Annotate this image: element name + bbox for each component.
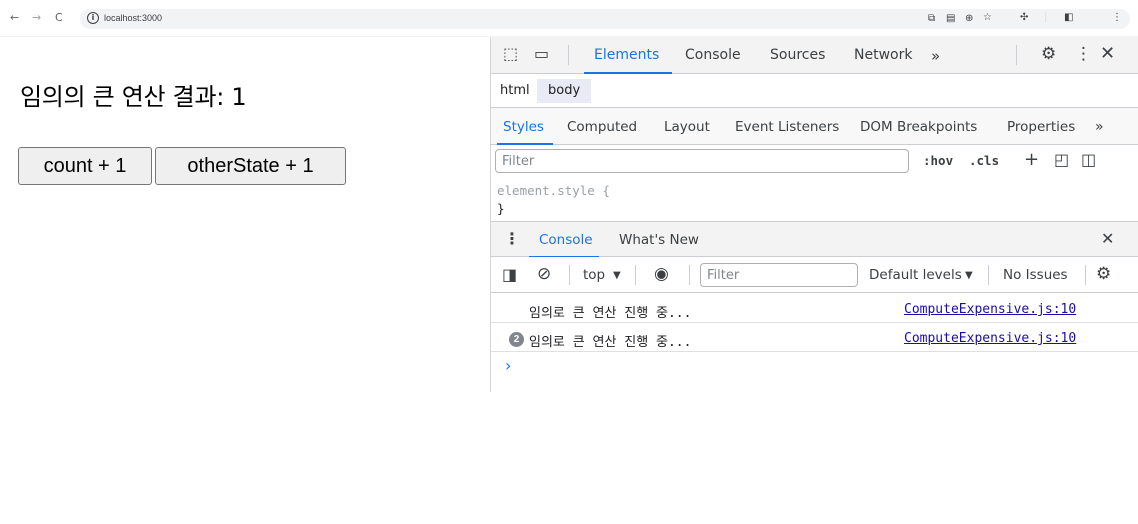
translate-icon[interactable]: ▤ bbox=[946, 13, 955, 25]
inspect-element-icon[interactable]: ⬚ bbox=[503, 46, 518, 62]
breadcrumb: html body bbox=[491, 74, 1138, 108]
log-source-link[interactable]: ComputeExpensive.js:10 bbox=[904, 302, 1076, 317]
console-prompt[interactable]: › bbox=[505, 356, 511, 375]
breadcrumb-html[interactable]: html bbox=[500, 83, 530, 98]
count-increment-button[interactable]: count + 1 bbox=[18, 147, 152, 185]
drawer-tab-console[interactable]: Console bbox=[539, 232, 593, 248]
zoom-icon[interactable]: ⊕ bbox=[965, 13, 973, 25]
styles-filter-bar: Filter :hov .cls + ◰ ◫ bbox=[491, 145, 1138, 177]
subtab-computed[interactable]: Computed bbox=[567, 119, 637, 135]
toolbar-divider: | bbox=[1044, 12, 1048, 23]
divider bbox=[1016, 45, 1017, 65]
devtools-panel: ⬚ ▭ Elements Console Sources Network » ⚙… bbox=[490, 37, 1138, 392]
divider bbox=[689, 265, 690, 285]
more-subtabs-chevron-icon[interactable]: » bbox=[1095, 119, 1104, 135]
chevron-down-icon[interactable]: ▼ bbox=[613, 268, 621, 284]
style-rule-selector: element.style { bbox=[497, 183, 610, 198]
subtab-event-listeners[interactable]: Event Listeners bbox=[735, 119, 839, 135]
console-settings-gear-icon[interactable]: ⚙ bbox=[1096, 266, 1111, 283]
back-icon[interactable]: ← bbox=[10, 12, 19, 24]
more-tabs-chevron-icon[interactable]: » bbox=[931, 47, 940, 65]
subtab-layout[interactable]: Layout bbox=[664, 119, 710, 135]
tab-elements[interactable]: Elements bbox=[594, 47, 659, 63]
device-toolbar-icon[interactable]: ▭ bbox=[534, 46, 549, 62]
forward-icon[interactable]: → bbox=[32, 12, 41, 24]
console-sidebar-icon[interactable]: ◨ bbox=[502, 267, 517, 283]
levels-chevron-down-icon[interactable]: ▼ bbox=[965, 268, 973, 284]
log-source-link[interactable]: ComputeExpensive.js:10 bbox=[904, 331, 1076, 346]
subtab-styles[interactable]: Styles bbox=[503, 119, 544, 135]
settings-gear-icon[interactable]: ⚙ bbox=[1041, 46, 1056, 63]
tab-sources[interactable]: Sources bbox=[770, 47, 825, 63]
live-expression-eye-icon[interactable]: ◉ bbox=[654, 266, 669, 283]
site-info-icon[interactable]: i bbox=[87, 12, 99, 24]
divider bbox=[1085, 265, 1086, 285]
clear-console-icon[interactable]: ⊘ bbox=[537, 266, 551, 283]
styles-filter-input[interactable]: Filter bbox=[495, 149, 909, 173]
tab-console[interactable]: Console bbox=[685, 47, 741, 63]
menu-kebab-icon[interactable]: ⋮ bbox=[1112, 12, 1122, 24]
new-style-rule-icon[interactable]: + bbox=[1024, 151, 1039, 169]
log-message: 임의로 큰 연산 진행 중... bbox=[529, 306, 692, 321]
drawer-menu-kebab-icon[interactable]: ⋮ bbox=[504, 231, 520, 247]
bookmark-star-icon[interactable]: ☆ bbox=[983, 12, 992, 24]
log-message: 임의로 큰 연산 진행 중... bbox=[529, 335, 692, 350]
cls-toggle[interactable]: .cls bbox=[969, 153, 999, 168]
console-drawer-tabbar: ⋮ Console What's New ✕ bbox=[491, 221, 1138, 258]
address-bar[interactable]: i localhost:3000 ⧉ ▤ ⊕ ☆ bbox=[80, 9, 1130, 29]
divider bbox=[569, 265, 570, 285]
page-title: 임의의 큰 연산 결과: 1 bbox=[20, 83, 247, 111]
console-filter-placeholder: Filter bbox=[707, 268, 740, 283]
toggle-sidebar-icon[interactable]: ◫ bbox=[1081, 152, 1096, 168]
browser-toolbar: ← → C i localhost:3000 ⧉ ▤ ⊕ ☆ ✣ | ◧ ⋮ bbox=[0, 0, 1138, 37]
page-viewport: 임의의 큰 연산 결과: 1 count + 1 otherState + 1 bbox=[0, 37, 490, 524]
styles-filter-placeholder: Filter bbox=[502, 154, 535, 169]
devtools-main-toolbar: ⬚ ▭ Elements Console Sources Network » ⚙… bbox=[491, 37, 1138, 74]
context-selector[interactable]: top bbox=[583, 267, 605, 283]
console-toolbar: ◨ ⊘ top ▼ ◉ Filter Default levels ▼ No I… bbox=[491, 257, 1138, 293]
styles-subtabs: Styles Computed Layout Event Listeners D… bbox=[491, 108, 1138, 145]
hov-toggle[interactable]: :hov bbox=[923, 153, 953, 168]
close-devtools-icon[interactable]: ✕ bbox=[1100, 45, 1115, 63]
side-panel-icon[interactable]: ◧ bbox=[1064, 12, 1073, 24]
console-log-row: 2 임의로 큰 연산 진행 중... ComputeExpensive.js:1… bbox=[491, 326, 1138, 352]
divider bbox=[988, 265, 989, 285]
url-text[interactable]: localhost:3000 bbox=[104, 13, 162, 23]
other-state-increment-button[interactable]: otherState + 1 bbox=[155, 147, 346, 185]
reload-icon[interactable]: C bbox=[55, 12, 63, 24]
element-state-icon[interactable]: ◰ bbox=[1054, 152, 1069, 168]
repeat-count-badge: 2 bbox=[509, 332, 524, 347]
divider bbox=[568, 45, 569, 65]
subtab-dom-breakpoints[interactable]: DOM Breakpoints bbox=[860, 119, 977, 135]
drawer-tab-whats-new[interactable]: What's New bbox=[619, 232, 699, 248]
divider bbox=[635, 265, 636, 285]
subtab-properties[interactable]: Properties bbox=[1007, 119, 1075, 135]
issues-counter[interactable]: No Issues bbox=[1003, 267, 1068, 283]
close-drawer-icon[interactable]: ✕ bbox=[1101, 231, 1114, 247]
console-log-row: 임의로 큰 연산 진행 중... ComputeExpensive.js:10 bbox=[491, 297, 1138, 323]
breadcrumb-body[interactable]: body bbox=[548, 83, 580, 98]
console-filter-input[interactable]: Filter bbox=[700, 263, 858, 287]
devtools-menu-kebab-icon[interactable]: ⋮ bbox=[1075, 46, 1092, 63]
tab-network[interactable]: Network bbox=[854, 47, 912, 63]
install-app-icon[interactable]: ⧉ bbox=[928, 13, 935, 25]
style-rule-close: } bbox=[497, 201, 505, 216]
log-levels-dropdown[interactable]: Default levels bbox=[869, 267, 962, 283]
extensions-icon[interactable]: ✣ bbox=[1020, 12, 1028, 24]
